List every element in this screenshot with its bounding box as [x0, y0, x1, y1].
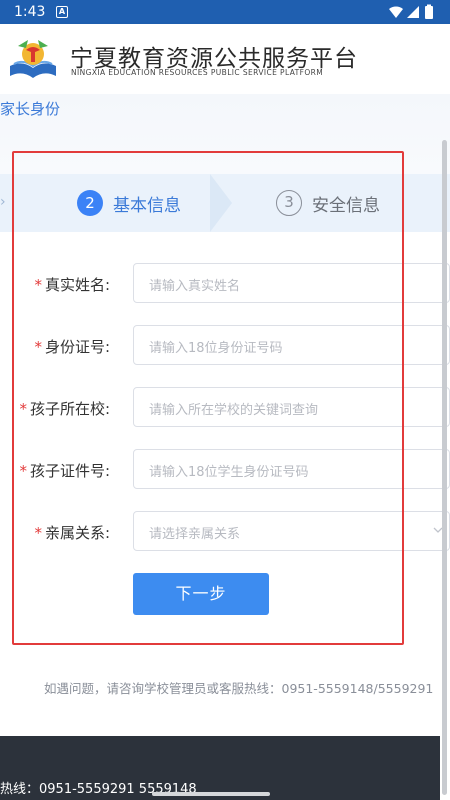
input-placeholder: 请输入真实姓名 — [149, 279, 241, 294]
page-subtitle: NINGXIA EDUCATION RESOURCES PUBLIC SERVI… — [71, 68, 324, 77]
real-name-input[interactable]: 请输入真实姓名 — [133, 263, 450, 303]
help-hotline-text: 如遇问题，请咨询学校管理员或客服热线：0951-5559148/5559291 — [44, 681, 434, 696]
status-bar: 1:43 A — [0, 0, 450, 24]
scrollbar[interactable] — [442, 140, 447, 795]
step-divider — [210, 174, 232, 232]
breadcrumb[interactable]: 家长身份 — [0, 98, 60, 119]
child-id-input[interactable]: 请输入18位学生身份证号码 — [133, 449, 450, 489]
child-school-label: * 孩子所在校: — [19, 400, 110, 418]
child-school-input[interactable]: 请输入所在学校的关键词查询 — [133, 387, 450, 427]
input-placeholder: 请输入18位身份证号码 — [149, 341, 283, 356]
id-number-input[interactable]: 请输入18位身份证号码 — [133, 325, 450, 365]
step-2-label: 基本信息 — [113, 196, 181, 216]
select-placeholder: 请选择亲属关系 — [149, 527, 241, 542]
page-background — [0, 94, 450, 174]
battery-icon — [425, 6, 433, 19]
relationship-label: * 亲属关系: — [34, 524, 110, 542]
app-header: 宁夏教育资源公共服务平台 NINGXIA EDUCATION RESOURCES… — [0, 24, 450, 94]
step-indicator: › — [0, 174, 450, 232]
required-mark: * — [19, 462, 27, 480]
relationship-select[interactable]: 请选择亲属关系 — [133, 511, 450, 551]
input-placeholder: 请输入18位学生身份证号码 — [149, 465, 309, 480]
child-id-label: * 孩子证件号: — [19, 462, 110, 480]
status-time: 1:43 — [14, 4, 46, 20]
required-mark: * — [19, 400, 27, 418]
real-name-label: * 真实姓名: — [34, 276, 110, 294]
notification-icon: A — [56, 6, 68, 18]
wifi-icon — [389, 6, 403, 18]
required-mark: * — [34, 524, 42, 542]
required-mark: * — [34, 276, 42, 294]
step-2-number: 2 — [77, 190, 103, 216]
signal-icon — [407, 6, 419, 18]
id-number-label: * 身份证号: — [34, 338, 110, 356]
input-placeholder: 请输入所在学校的关键词查询 — [149, 403, 319, 418]
step-3-label: 安全信息 — [312, 196, 380, 216]
step-3-number: 3 — [276, 190, 302, 216]
required-mark: * — [34, 338, 42, 356]
next-step-button[interactable]: 下一步 — [133, 573, 269, 615]
status-icons — [389, 4, 433, 19]
home-indicator[interactable] — [152, 792, 270, 796]
platform-logo-icon — [10, 40, 56, 78]
chevron-left-icon: › — [0, 194, 6, 210]
